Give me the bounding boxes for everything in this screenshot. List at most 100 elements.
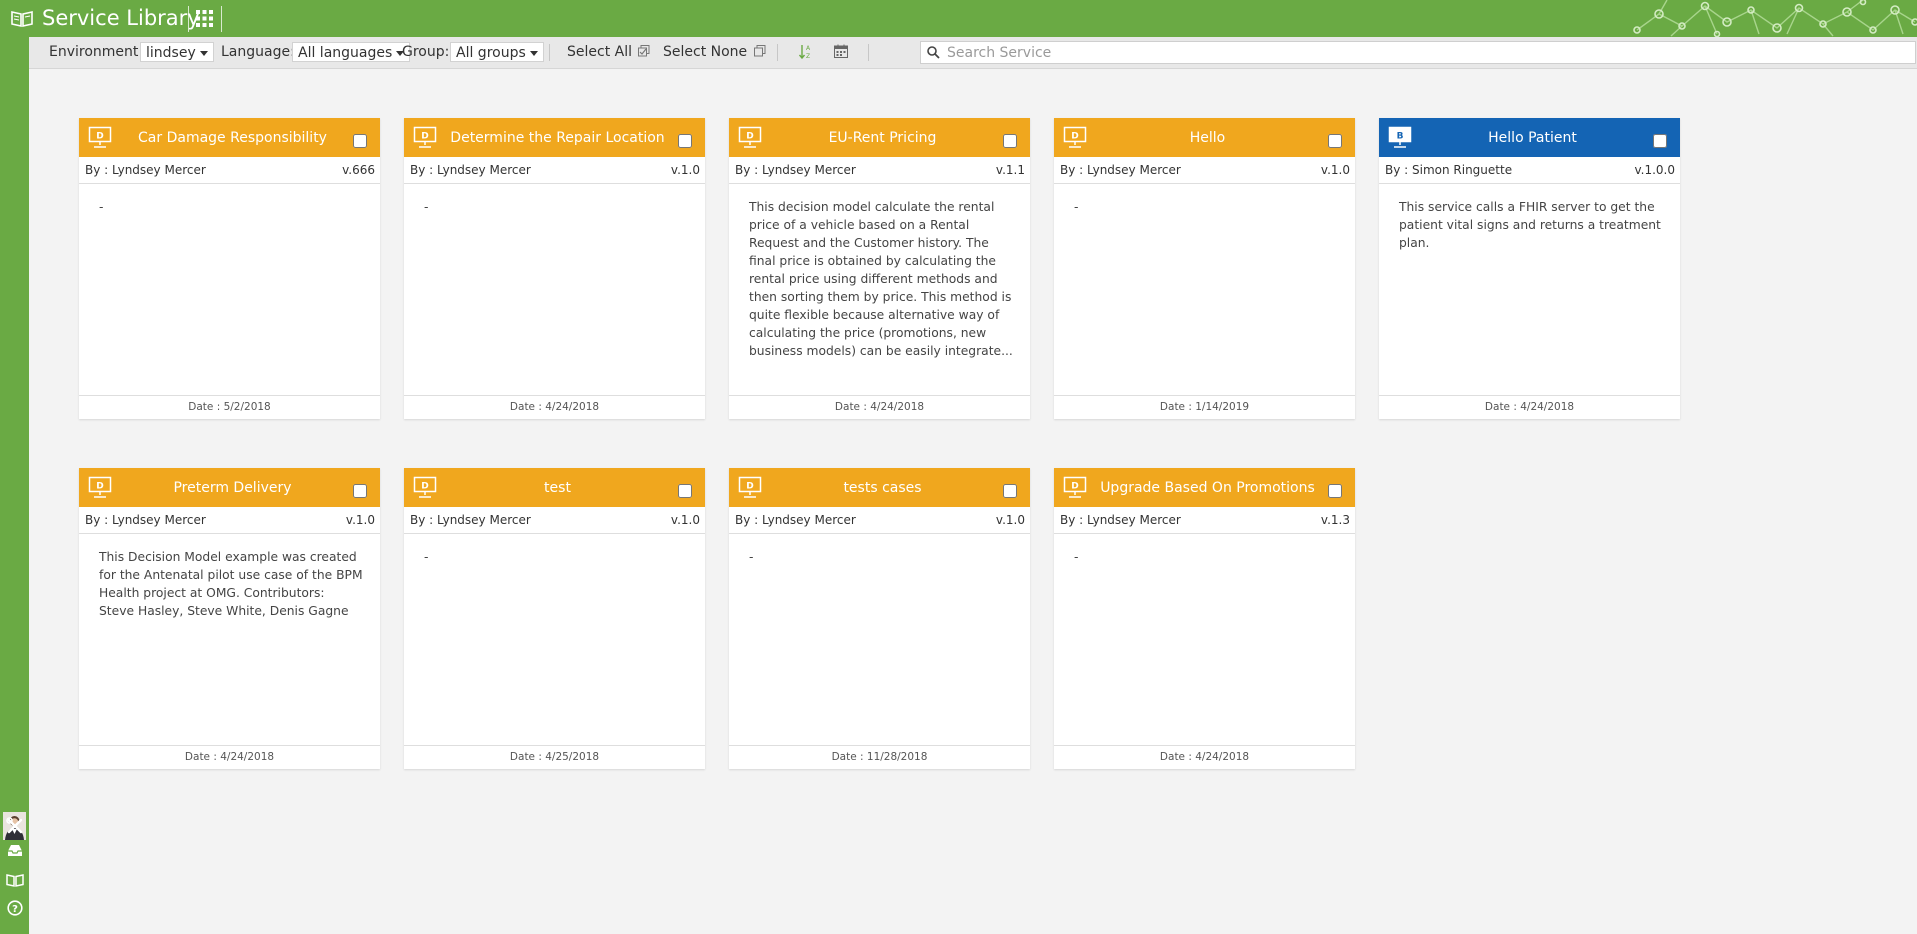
card-header[interactable]: D test (404, 468, 705, 507)
card-checkbox[interactable] (1328, 484, 1342, 498)
card-checkbox[interactable] (353, 134, 367, 148)
card-title[interactable]: EU-Rent Pricing (769, 129, 996, 147)
svg-text:D: D (421, 132, 428, 142)
card-header[interactable]: D Determine the Repair Location (404, 118, 705, 157)
card-checkbox[interactable] (1003, 134, 1017, 148)
service-card[interactable]: D Hello By : Lyndsey Mercer v.1.0 - Date… (1054, 118, 1355, 419)
card-date: Date : 4/25/2018 (404, 745, 705, 769)
language-value: All languages (298, 45, 393, 61)
card-title[interactable]: Hello Patient (1419, 129, 1646, 147)
inbox-icon[interactable] (4, 839, 25, 860)
card-title[interactable]: tests cases (769, 479, 996, 497)
toolbar-divider (868, 44, 869, 61)
book-icon[interactable] (11, 9, 33, 27)
select-all-icon (638, 45, 650, 57)
help-icon[interactable]: ? (4, 897, 25, 918)
header-divider (221, 6, 222, 32)
select-all-label: Select All (567, 44, 632, 60)
card-version: v.1.0 (995, 513, 1025, 527)
language-label: Language: (221, 44, 295, 60)
card-version: v.1.0 (1320, 163, 1350, 177)
card-title[interactable]: Determine the Repair Location (444, 129, 671, 147)
language-dropdown[interactable]: All languages (292, 42, 411, 62)
apps-grid-icon[interactable] (196, 10, 213, 27)
card-checkbox[interactable] (678, 484, 692, 498)
service-card[interactable]: B Hello Patient By : Simon Ringuette v.1… (1379, 118, 1680, 419)
card-version: v.1.1 (995, 163, 1025, 177)
toolbar-divider (549, 44, 550, 61)
card-author: By : Lyndsey Mercer (85, 163, 206, 177)
decision-model-icon: D (1063, 126, 1087, 148)
card-header[interactable]: D Upgrade Based On Promotions (1054, 468, 1355, 507)
decision-model-icon: D (413, 476, 437, 498)
card-description: - (1074, 200, 1079, 214)
card-meta: By : Lyndsey Mercer v.1.3 (1054, 507, 1355, 534)
header-divider (188, 6, 189, 32)
card-meta: By : Lyndsey Mercer v.1.0 (404, 157, 705, 184)
card-title[interactable]: Upgrade Based On Promotions (1094, 479, 1321, 497)
card-description: This Decision Model example was created … (99, 550, 363, 618)
card-author: By : Lyndsey Mercer (410, 513, 531, 527)
card-checkbox[interactable] (1328, 134, 1342, 148)
group-dropdown[interactable]: All groups (450, 42, 544, 62)
filter-toolbar: Environment: lindsey Language: All langu… (29, 37, 1917, 69)
chevron-down-icon (199, 50, 208, 56)
card-meta: By : Lyndsey Mercer v.1.0 (404, 507, 705, 534)
card-title[interactable]: Hello (1094, 129, 1321, 147)
service-card[interactable]: D EU-Rent Pricing By : Lyndsey Mercer v.… (729, 118, 1030, 419)
card-header[interactable]: D Preterm Delivery (79, 468, 380, 507)
network-pattern-icon (1633, 0, 1917, 37)
card-date: Date : 4/24/2018 (729, 395, 1030, 419)
card-date: Date : 4/24/2018 (1379, 395, 1680, 419)
card-checkbox[interactable] (1653, 134, 1667, 148)
decision-model-icon: D (738, 476, 762, 498)
calendar-icon[interactable] (834, 44, 848, 63)
card-checkbox[interactable] (353, 484, 367, 498)
search-box[interactable] (920, 41, 1916, 64)
decision-model-icon: D (88, 476, 112, 498)
card-version: v.1.0 (670, 163, 700, 177)
card-title[interactable]: Preterm Delivery (119, 479, 346, 497)
card-description: This decision model calculate the rental… (749, 200, 1013, 358)
card-description: - (424, 550, 429, 564)
card-version: v.1.0 (345, 513, 375, 527)
search-icon (927, 46, 940, 59)
search-input[interactable] (945, 43, 1909, 63)
card-description: - (424, 200, 429, 214)
card-header[interactable]: D Car Damage Responsibility (79, 118, 380, 157)
service-card[interactable]: D Car Damage Responsibility By : Lyndsey… (79, 118, 380, 419)
environment-value: lindsey (146, 45, 196, 61)
card-meta: By : Lyndsey Mercer v.666 (79, 157, 380, 184)
service-card[interactable]: D Upgrade Based On Promotions By : Lynds… (1054, 468, 1355, 769)
card-header[interactable]: D Hello (1054, 118, 1355, 157)
card-description: - (99, 200, 104, 214)
card-date: Date : 4/24/2018 (1054, 745, 1355, 769)
card-checkbox[interactable] (678, 134, 692, 148)
card-meta: By : Lyndsey Mercer v.1.0 (79, 507, 380, 534)
card-meta: By : Lyndsey Mercer v.1.0 (1054, 157, 1355, 184)
card-version: v.1.3 (1320, 513, 1350, 527)
card-header[interactable]: D EU-Rent Pricing (729, 118, 1030, 157)
service-card[interactable]: D test By : Lyndsey Mercer v.1.0 - Date … (404, 468, 705, 769)
tools-icon[interactable] (4, 815, 25, 836)
chevron-down-icon (529, 50, 538, 56)
service-card[interactable]: D Preterm Delivery By : Lyndsey Mercer v… (79, 468, 380, 769)
card-header[interactable]: D tests cases (729, 468, 1030, 507)
svg-text:D: D (421, 482, 428, 492)
library-book-icon[interactable] (4, 869, 25, 890)
select-none-button[interactable]: Select None (663, 43, 766, 61)
decision-model-icon: D (738, 126, 762, 148)
service-card[interactable]: D tests cases By : Lyndsey Mercer v.1.0 … (729, 468, 1030, 769)
sort-az-icon[interactable]: AZ (798, 44, 813, 65)
card-date: Date : 11/28/2018 (729, 745, 1030, 769)
card-title[interactable]: Car Damage Responsibility (119, 129, 346, 147)
card-meta: By : Lyndsey Mercer v.1.1 (729, 157, 1030, 184)
environment-dropdown[interactable]: lindsey (140, 42, 214, 62)
card-title[interactable]: test (444, 479, 671, 497)
card-author: By : Lyndsey Mercer (85, 513, 206, 527)
service-card[interactable]: D Determine the Repair Location By : Lyn… (404, 118, 705, 419)
svg-text:A: A (806, 45, 811, 52)
card-checkbox[interactable] (1003, 484, 1017, 498)
card-header[interactable]: B Hello Patient (1379, 118, 1680, 157)
select-all-button[interactable]: Select All (567, 43, 650, 61)
